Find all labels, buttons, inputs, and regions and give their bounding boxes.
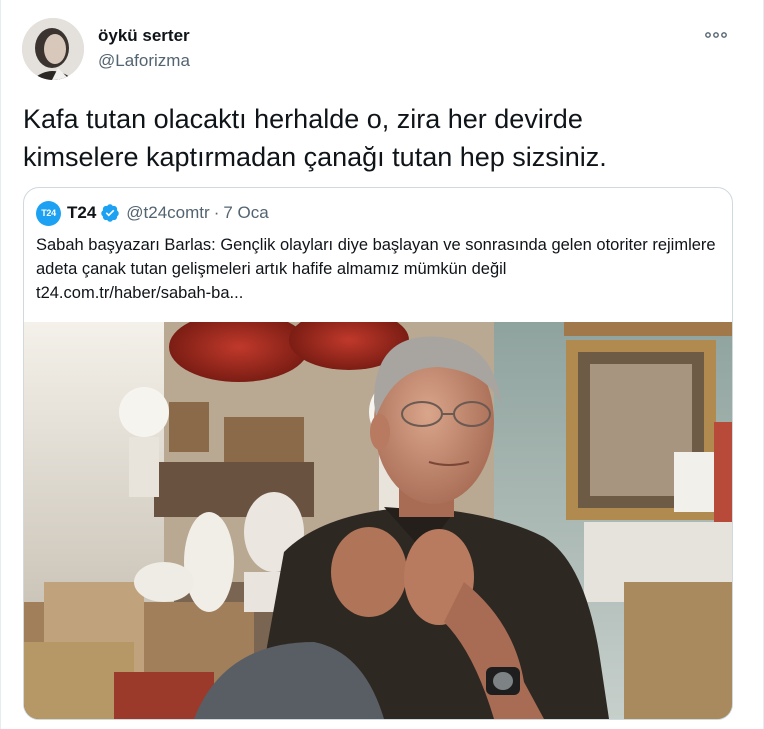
t24-logo-avatar[interactable]: T24	[36, 200, 61, 226]
user-avatar[interactable]	[22, 18, 84, 80]
quoted-tweet-text: Sabah başyazarı Barlas: Gençlik olayları…	[36, 233, 726, 305]
tweet-card: öykü serter @Laforizma Kafa tutan olacak…	[0, 0, 764, 729]
more-options-button[interactable]	[701, 24, 731, 46]
photo-illustration	[24, 322, 732, 719]
quoted-tweet-photo[interactable]	[24, 322, 732, 719]
user-handle[interactable]: @Laforizma	[98, 51, 190, 71]
quoted-link[interactable]: t24.com.tr/haber/sabah-ba...	[36, 284, 243, 302]
quoted-display-name[interactable]: T24	[67, 203, 96, 223]
quoted-text-body: Sabah başyazarı Barlas: Gençlik olayları…	[36, 236, 716, 278]
quoted-tweet-header: T24 T24 @t24comtr · 7 Oca	[36, 200, 269, 226]
quoted-tweet[interactable]: T24 T24 @t24comtr · 7 Oca Sabah başyazar…	[23, 187, 733, 720]
display-name[interactable]: öykü serter	[98, 26, 190, 46]
more-horizontal-icon	[705, 32, 727, 38]
separator-dot: ·	[213, 203, 220, 222]
quoted-handle[interactable]: @t24comtr	[126, 203, 209, 223]
quoted-date[interactable]: 7 Oca	[223, 203, 268, 223]
tweet-text: Kafa tutan olacaktı herhalde o, zira her…	[23, 104, 607, 172]
verified-badge-icon	[101, 204, 120, 222]
